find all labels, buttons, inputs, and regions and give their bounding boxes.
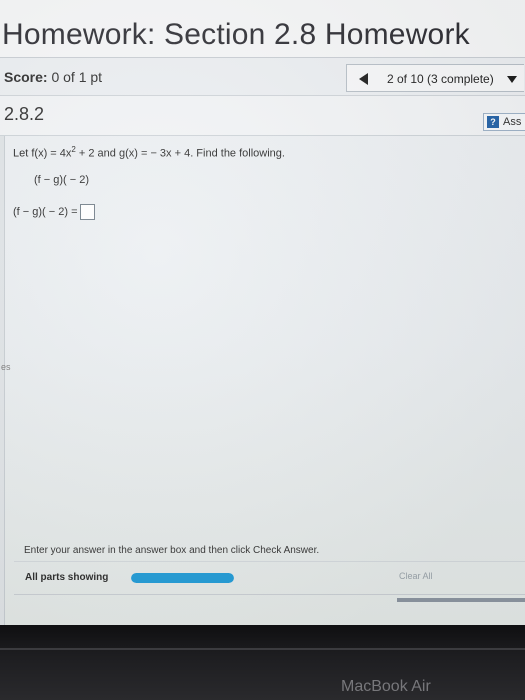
progress-fill xyxy=(131,573,234,583)
answer-input[interactable] xyxy=(79,204,95,220)
score-label: Score: xyxy=(4,69,48,85)
bezel-edge xyxy=(0,648,525,650)
laptop-bezel xyxy=(0,625,525,700)
left-rail xyxy=(0,136,5,625)
score-value: 0 of 1 pt xyxy=(51,69,103,85)
question-number: 2.8.2 xyxy=(4,104,45,124)
ask-my-instructor-button[interactable]: ? Ass xyxy=(483,113,525,131)
ask-button-label: Ass xyxy=(503,116,522,128)
problem-statement: Let f(x) = 4x2 + 2 and g(x) = − 3x + 4. … xyxy=(13,145,285,160)
progress-bar xyxy=(131,573,234,583)
question-navigator[interactable]: 2 of 10 (3 complete) xyxy=(346,64,524,92)
ask-icon: ? xyxy=(487,116,499,128)
problem-suffix: + 2 and g(x) = − 3x + 4. Find the follow… xyxy=(75,147,285,160)
score-bar: Score: 0 of 1 pt 2 of 10 (3 complete) xyxy=(0,58,525,96)
answer-line: (f − g)( − 2) = xyxy=(13,204,95,220)
parts-showing-label: All parts showing xyxy=(25,572,109,583)
check-answer-button[interactable] xyxy=(397,598,525,602)
question-position[interactable]: 2 of 10 (3 complete) xyxy=(387,72,494,86)
previous-question-icon[interactable] xyxy=(359,73,368,85)
device-brand: MacBook Air xyxy=(341,678,431,695)
given-expression: (f − g)( − 2) xyxy=(34,174,90,186)
title-bar: Homework: Section 2.8 Homework xyxy=(0,0,525,58)
answer-prompt: (f − g)( − 2) = xyxy=(13,205,78,218)
instructions: Enter your answer in the answer box and … xyxy=(24,545,320,556)
screen: Homework: Section 2.8 Homework Score: 0 … xyxy=(0,0,525,625)
dropdown-arrow-icon[interactable] xyxy=(507,76,517,83)
question-bar: 2.8.2 ? Ass xyxy=(0,96,525,136)
footer-divider xyxy=(14,561,525,562)
problem-prefix: Let f(x) = 4x xyxy=(13,147,72,160)
score: Score: 0 of 1 pt xyxy=(4,69,102,85)
left-rail-text: es xyxy=(1,362,11,372)
clear-all-button[interactable]: Clear All xyxy=(399,571,433,581)
page-title: Homework: Section 2.8 Homework xyxy=(2,18,470,51)
